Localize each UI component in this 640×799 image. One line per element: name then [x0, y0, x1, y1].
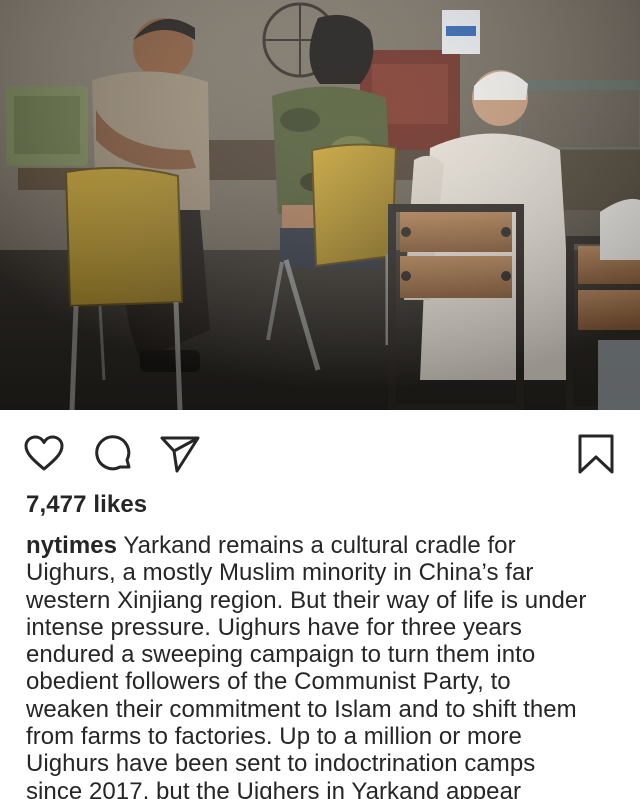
paper-plane-icon: [160, 436, 200, 473]
post-action-bar: [0, 410, 640, 490]
caption-line: intense pressure. Uighurs have for three…: [26, 613, 522, 641]
post-photo-image: [0, 0, 640, 410]
comment-icon: [95, 435, 131, 471]
caption-line: western Xinjiang region. But their way o…: [26, 586, 587, 614]
post-caption: nytimes Yarkand remains a cultural cradl…: [26, 532, 626, 799]
caption-line: nytimes Yarkand remains a cultural cradl…: [26, 532, 626, 559]
post-photo[interactable]: [0, 0, 640, 410]
likes-count[interactable]: 7,477 likes: [26, 491, 147, 519]
caption-text: Yarkand remains a cultural cradle for: [123, 532, 516, 559]
caption-line: obedient followers of the Communist Part…: [26, 668, 511, 696]
caption-line: Uighurs, a mostly Muslim minority in Chi…: [26, 559, 534, 587]
likes-number: 7,477: [26, 491, 87, 518]
share-button[interactable]: [160, 434, 200, 474]
caption-line: weaken their commitment to Islam and to …: [26, 695, 577, 723]
likes-word: likes: [93, 491, 148, 518]
caption-line: from farms to factories. Up to a million…: [26, 723, 522, 751]
caption-line: since 2017, but the Uighers in Yarkand a…: [26, 777, 522, 799]
save-button[interactable]: [576, 434, 616, 474]
comment-button[interactable]: [94, 434, 134, 474]
caption-username[interactable]: nytimes: [26, 532, 117, 559]
like-button[interactable]: [24, 434, 64, 474]
caption-line: endured a sweeping campaign to turn them…: [26, 641, 536, 669]
bookmark-icon: [578, 434, 614, 474]
heart-icon: [24, 435, 64, 471]
instagram-post: 7,477 likes nytimes Yarkand remains a cu…: [0, 0, 640, 799]
caption-line: Uighurs have been sent to indoctrination…: [26, 750, 536, 778]
